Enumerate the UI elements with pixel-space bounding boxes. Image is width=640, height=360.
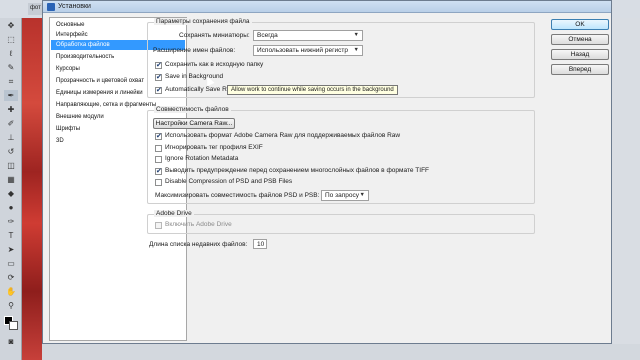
- panels-area: [612, 18, 640, 344]
- history-brush-tool-icon[interactable]: ↺: [4, 146, 18, 157]
- status-bar: [42, 344, 640, 360]
- ignore-rotation-checkbox[interactable]: [155, 156, 162, 163]
- zoom-tool-icon[interactable]: ⚲: [4, 300, 18, 311]
- recent-files-input[interactable]: 10: [253, 239, 267, 249]
- enable-adobe-drive-checkbox[interactable]: [155, 222, 162, 229]
- use-camera-raw-checkbox[interactable]: [155, 132, 162, 140]
- 3d-rotate-tool-icon[interactable]: ⟳: [4, 272, 18, 283]
- gradient-tool-icon[interactable]: ▦: [4, 174, 18, 185]
- file-extension-select[interactable]: Использовать нижний регистр ▼: [253, 45, 363, 56]
- save-original-folder-checkbox[interactable]: [155, 61, 162, 69]
- ignore-exif-checkbox[interactable]: [155, 145, 162, 152]
- group-title-file-saving: Параметры сохранения файла: [154, 18, 252, 25]
- camera-raw-preferences-button[interactable]: Настройки Camera Raw...: [153, 118, 235, 129]
- warn-layered-tiff-label: Выводить предупреждение перед сохранение…: [165, 167, 430, 174]
- disable-compression-label: Disable Compression of PSD and PSB Files: [165, 178, 293, 185]
- save-in-background-tooltip: Allow work to continue while saving occu…: [227, 85, 398, 95]
- dialog-titlebar[interactable]: Установки: [43, 1, 611, 13]
- lasso-tool-icon[interactable]: ℓ: [4, 48, 18, 59]
- pen-tool-icon[interactable]: ✑: [4, 216, 18, 227]
- crop-tool-icon[interactable]: ⌗: [4, 76, 18, 87]
- thumbnails-label: Сохранять миниатюры:: [179, 32, 250, 39]
- chevron-down-icon: ▼: [353, 32, 359, 38]
- brush-tool-icon[interactable]: ✐: [4, 118, 18, 129]
- maximize-compat-label: Максимизировать совместимость файлов PSD…: [155, 192, 320, 199]
- type-tool-icon[interactable]: T: [4, 230, 18, 241]
- ok-button[interactable]: OK: [551, 19, 609, 30]
- dodge-tool-icon[interactable]: ●: [4, 202, 18, 213]
- cancel-button[interactable]: Отмена: [551, 34, 609, 45]
- file-extension-label: Расширение имен файлов:: [153, 47, 236, 54]
- eraser-tool-icon[interactable]: ◫: [4, 160, 18, 171]
- move-tool-icon[interactable]: ✥: [4, 20, 18, 31]
- chevron-down-icon: ▼: [359, 192, 365, 198]
- maximize-compat-select-value: По запросу: [325, 192, 359, 199]
- preferences-dialog: Установки Основные Интерфейс Обработка ф…: [42, 0, 612, 344]
- use-camera-raw-label: Использовать формат Adobe Camera Raw для…: [165, 132, 401, 139]
- canvas-image: [22, 18, 42, 360]
- maximize-compat-select[interactable]: По запросу ▼: [321, 190, 369, 201]
- quick-mask-icon[interactable]: ◙: [4, 336, 18, 347]
- ignore-rotation-label: Ignore Rotation Metadata: [165, 155, 239, 162]
- healing-tool-icon[interactable]: ✚: [4, 104, 18, 115]
- save-original-folder-label: Сохранить как в исходную папку: [165, 61, 264, 68]
- shape-tool-icon[interactable]: ▭: [4, 258, 18, 269]
- group-title-file-compat: Совместимость файлов: [154, 106, 231, 113]
- eyedropper-tool-icon[interactable]: ✒: [4, 90, 18, 101]
- thumbnails-select[interactable]: Всегда ▼: [253, 30, 363, 41]
- stamp-tool-icon[interactable]: ⊥: [4, 132, 18, 143]
- disable-compression-checkbox[interactable]: [155, 179, 162, 186]
- recent-files-label: Длина списка недавних файлов:: [149, 241, 248, 248]
- auto-save-recovery-checkbox[interactable]: [155, 86, 162, 94]
- marquee-tool-icon[interactable]: ⬚: [4, 34, 18, 45]
- path-select-tool-icon[interactable]: ➤: [4, 244, 18, 255]
- next-button[interactable]: Вперед: [551, 64, 609, 75]
- tools-panel: ✥ ⬚ ℓ ✎ ⌗ ✒ ✚ ✐ ⊥ ↺ ◫ ▦ ◆ ● ✑ T ➤ ▭ ⟳ ✋ …: [0, 18, 22, 360]
- ignore-exif-label: Игнорировать тег профиля EXIF: [165, 144, 263, 151]
- save-in-background-checkbox[interactable]: [155, 73, 162, 81]
- background-color-swatch[interactable]: [9, 321, 18, 330]
- enable-adobe-drive-label: Включить Adobe Drive: [165, 221, 232, 228]
- chevron-down-icon: ▼: [353, 47, 359, 53]
- photoshop-app-icon: [47, 3, 55, 11]
- warn-layered-tiff-checkbox[interactable]: [155, 167, 162, 175]
- dialog-title: Установки: [58, 3, 91, 10]
- file-extension-select-value: Использовать нижний регистр: [257, 47, 348, 54]
- hand-tool-icon[interactable]: ✋: [4, 286, 18, 297]
- auto-save-recovery-label: Automatically Save R: [165, 86, 227, 93]
- quick-select-tool-icon[interactable]: ✎: [4, 62, 18, 73]
- prev-button[interactable]: Назад: [551, 49, 609, 60]
- thumbnails-select-value: Всегда: [257, 32, 278, 39]
- group-title-adobe-drive: Adobe Drive: [154, 210, 194, 217]
- save-in-background-label: Save in Background: [165, 73, 224, 80]
- blur-tool-icon[interactable]: ◆: [4, 188, 18, 199]
